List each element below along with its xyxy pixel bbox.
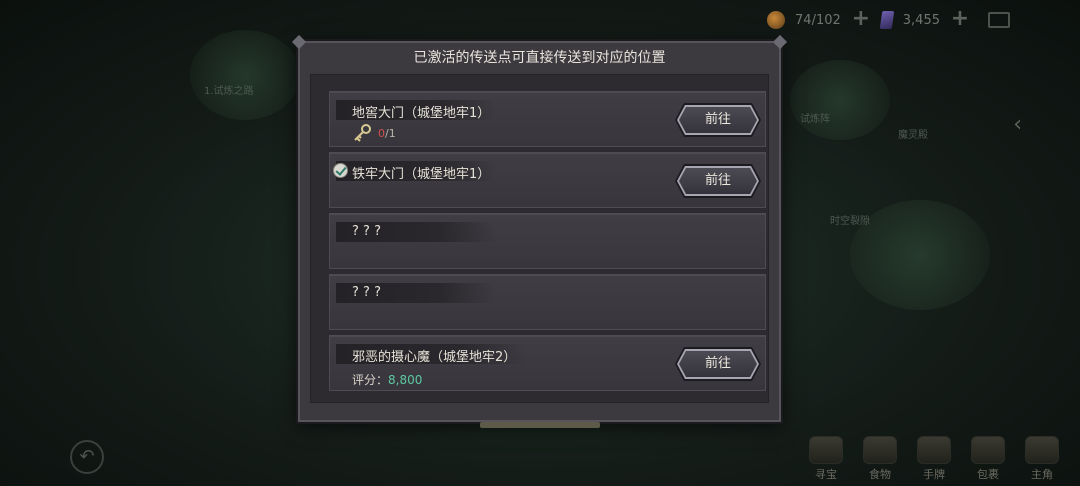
teleport-entry-unknown: ? ? ? xyxy=(329,213,766,269)
key-count: 0/1 xyxy=(378,127,396,140)
menu-bag[interactable]: 包裹 xyxy=(968,436,1008,482)
menu-label: 寻宝 xyxy=(815,468,837,481)
map-node-blob xyxy=(790,60,890,140)
menu-treasure[interactable]: 寻宝 xyxy=(806,436,846,482)
teleport-entry-boss: 邪恶的摄心魔（城堡地牢2） 评分：8,800 前往 xyxy=(329,335,766,391)
teleport-entry-unknown: ? ? ? xyxy=(329,274,766,330)
menu-label: 包裹 xyxy=(977,468,999,481)
key-icon xyxy=(354,124,371,142)
entry-name: ? ? ? xyxy=(352,285,381,300)
treasure-chest-icon xyxy=(809,436,843,464)
dialog-title: 已激活的传送点可直接传送到对应的位置 xyxy=(413,50,666,66)
teleport-list: 地窖大门（城堡地牢1） 0/1 前往 铁牢大门（城堡地牢1） 前往 ? ? ? xyxy=(310,74,769,403)
mail-icon[interactable] xyxy=(988,12,1010,28)
teleport-dialog: 已激活的传送点可直接传送到对应的位置 地窖大门（城堡地牢1） 0/1 前往 铁牢… xyxy=(298,41,781,428)
crystal-icon xyxy=(879,11,895,29)
go-button[interactable]: 前往 xyxy=(679,168,757,194)
stamina-value: 74/102 xyxy=(795,12,841,28)
map-label[interactable]: 魔灵殿 xyxy=(898,126,928,141)
add-stamina-button[interactable]: + xyxy=(851,8,871,30)
go-button[interactable]: 前往 xyxy=(679,351,757,377)
entry-name: ? ? ? xyxy=(352,224,381,239)
map-label[interactable]: 试炼阵 xyxy=(800,110,830,125)
crystal-value: 3,455 xyxy=(902,12,940,28)
back-button[interactable]: ↶ xyxy=(70,440,104,474)
stamina-icon xyxy=(767,11,786,29)
key-total: /1 xyxy=(385,127,396,140)
teleport-entry-cellar-gate: 地窖大门（城堡地牢1） 0/1 前往 xyxy=(329,91,766,147)
add-crystal-button[interactable]: + xyxy=(950,8,970,30)
menu-food[interactable]: 食物 xyxy=(860,436,900,482)
entry-name: 地窖大门（城堡地牢1） xyxy=(352,106,491,121)
checkmark-icon xyxy=(333,163,348,178)
map-node-blob xyxy=(850,200,990,310)
entry-name: 铁牢大门（城堡地牢1） xyxy=(352,167,491,182)
key-current: 0 xyxy=(378,127,385,140)
map-label[interactable]: 时空裂隙 xyxy=(830,212,870,227)
score-label: 评分： xyxy=(352,373,389,387)
menu-label: 食物 xyxy=(869,468,891,481)
go-button[interactable]: 前往 xyxy=(679,107,757,133)
map-node-blob xyxy=(190,30,300,120)
bag-icon xyxy=(971,436,1005,464)
dialog-footer-ornament xyxy=(480,422,600,428)
teleport-entry-iron-gate: 铁牢大门（城堡地牢1） 前往 xyxy=(329,152,766,208)
entry-name: 邪恶的摄心魔（城堡地牢2） xyxy=(352,350,517,365)
score-value: 8,800 xyxy=(388,373,423,387)
menu-cards[interactable]: 手牌 xyxy=(914,436,954,482)
menu-label: 主角 xyxy=(1031,468,1053,481)
score: 评分：8,800 xyxy=(352,371,422,388)
menu-hero[interactable]: 主角 xyxy=(1022,436,1062,482)
bottom-menu: 寻宝 食物 手牌 包裹 主角 xyxy=(806,436,1062,482)
top-resource-bar: 74/102 + 3,455 + xyxy=(767,8,1010,30)
cards-icon xyxy=(917,436,951,464)
food-icon xyxy=(863,436,897,464)
menu-label: 手牌 xyxy=(923,468,945,481)
chevron-left-icon[interactable]: ‹ xyxy=(1013,112,1022,137)
hero-icon xyxy=(1025,436,1059,464)
map-label[interactable]: 1.试炼之路 xyxy=(204,82,254,97)
